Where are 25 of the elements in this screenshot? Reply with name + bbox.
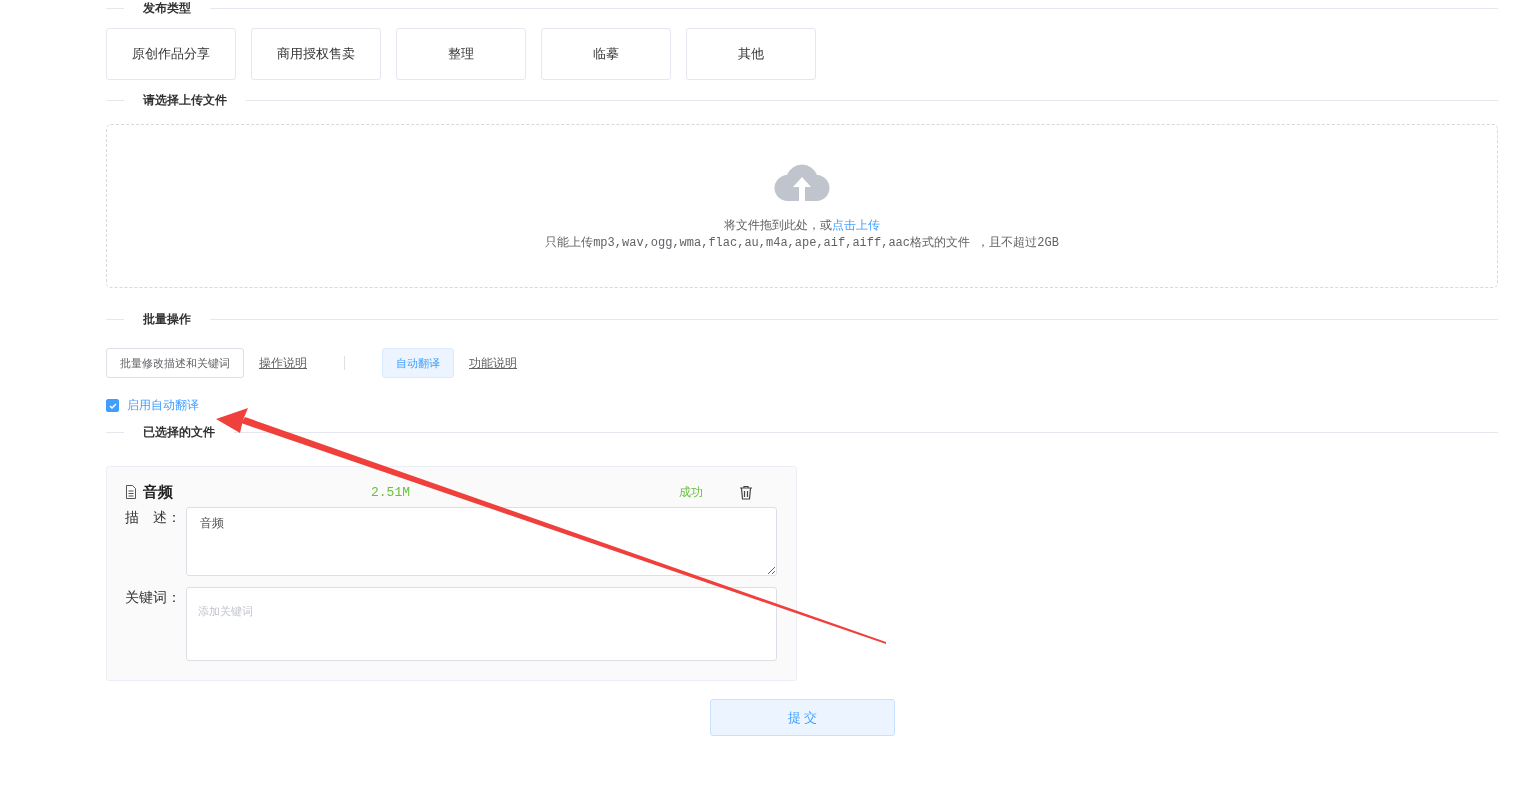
section-heading: 请选择上传文件 — [142, 91, 228, 109]
document-icon — [125, 485, 137, 499]
checkbox[interactable] — [106, 399, 119, 412]
section-heading: 发布类型 — [142, 0, 192, 17]
upload-hint: 只能上传mp3,wav,ogg,wma,flac,au,m4a,ape,aif,aiff,aac格式的文件 ，且不超过2GB — [545, 235, 1059, 251]
section-heading: 已选择的文件 — [142, 423, 216, 441]
type-option[interactable]: 其他 — [686, 28, 816, 80]
upload-status: 成功 — [679, 483, 704, 501]
field-label: 描 述： — [125, 508, 182, 527]
type-option[interactable]: 整理 — [396, 28, 526, 80]
section-heading: 批量操作 — [142, 310, 192, 328]
field-label: 关键词： — [125, 588, 182, 607]
upload-prompt: 将文件拖到此处，或点击上传 — [724, 217, 880, 234]
description-field[interactable]: 音频 — [186, 507, 777, 576]
file-name: 音频 — [143, 482, 174, 502]
type-option[interactable]: 原创作品分享 — [106, 28, 236, 80]
checkmark-icon — [107, 400, 118, 411]
upload-dropzone[interactable]: 将文件拖到此处，或点击上传 只能上传mp3,wav,ogg,wma,flac,au,m4a,ape,aif,aiff,aac格式的文件 ，且不超过2GB — [106, 124, 1498, 288]
help-link[interactable]: 操作说明 — [259, 354, 307, 372]
batch-edit-button[interactable]: 批量修改描述和关键词 — [106, 348, 244, 378]
type-option[interactable]: 商用授权售卖 — [251, 28, 381, 80]
help-link[interactable]: 功能说明 — [469, 354, 517, 372]
type-option[interactable]: 临摹 — [541, 28, 671, 80]
delete-icon[interactable] — [739, 484, 753, 500]
file-size: 2.51M — [371, 484, 411, 500]
